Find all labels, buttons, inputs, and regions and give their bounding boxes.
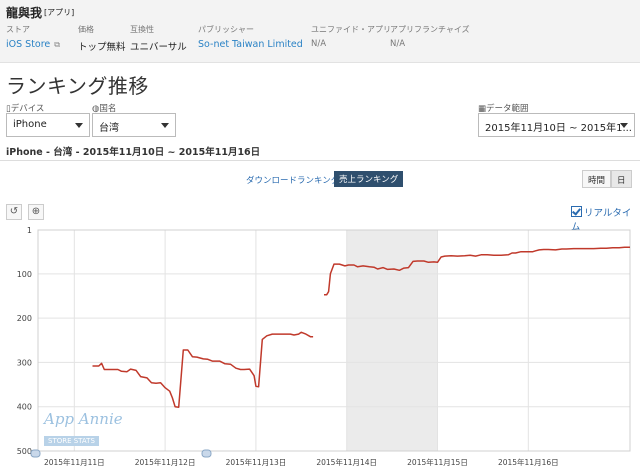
app-type-tag: [アプリ]: [44, 8, 75, 17]
publisher-link[interactable]: So-net Taiwan Limited: [198, 39, 303, 50]
y-axis: 1 100 200 300 400 500: [17, 226, 32, 456]
x-axis: 2015年11月11日 2015年11月12日 2015年11月13日 2015年11…: [44, 457, 559, 467]
date-range-select[interactable]: 2015年11月10日 ~ 2015年1...: [478, 113, 635, 137]
tab-downloads[interactable]: ダウンロードランキング: [246, 174, 339, 186]
magnifier-icon: ⊕: [31, 206, 41, 217]
franchise-value: N/A: [390, 39, 406, 49]
x-tick-label: 2015年11月11日: [44, 457, 105, 467]
y-tick-label: 100: [17, 270, 32, 279]
publisher-label: パブリッシャー: [198, 25, 254, 34]
chevron-down-icon: [161, 123, 169, 128]
compat-value: ユニバーサル: [130, 42, 187, 53]
divider: [0, 160, 640, 161]
x-tick-label: 2015年11月12日: [135, 457, 196, 467]
range-summary: iPhone - 台湾 - 2015年11月10日 ~ 2015年11月16日: [6, 147, 261, 158]
undo-icon: ↺: [9, 206, 19, 217]
x-tick-label: 2015年11月13日: [226, 457, 287, 467]
shaded-weekend: [346, 230, 438, 451]
external-link-icon: ⧉: [54, 40, 60, 49]
timeline-handle-left[interactable]: [30, 449, 41, 458]
y-tick-label: 400: [17, 403, 32, 412]
y-tick-label: 300: [17, 358, 32, 367]
app-title: 龍與我 [アプリ]: [6, 6, 75, 20]
timeline-handle-right[interactable]: [201, 449, 212, 458]
watermark-brand: App Annie: [44, 410, 123, 428]
plot-frame: [37, 229, 631, 452]
unified-app-value: N/A: [311, 39, 327, 49]
country-select[interactable]: 台湾: [92, 113, 176, 137]
y-tick-label: 200: [17, 314, 32, 323]
section-title: ランキング推移: [6, 74, 149, 98]
grid: [38, 229, 630, 452]
store-link[interactable]: iOS Store ⧉: [6, 39, 60, 50]
hour-button[interactable]: 時間: [582, 170, 612, 188]
price-value: トップ無料: [78, 42, 126, 53]
chevron-down-icon: [620, 123, 628, 128]
chevron-down-icon: [75, 123, 83, 128]
day-button[interactable]: 日: [611, 170, 632, 188]
watermark: App Annie STORE STATS: [44, 410, 123, 447]
store-label: ストア: [6, 25, 30, 34]
y-tick-label: 500: [17, 447, 32, 456]
x-tick-label: 2015年11月14日: [316, 457, 377, 467]
x-tick-label: 2015年11月15日: [407, 457, 468, 467]
zoom-button[interactable]: ⊕: [28, 204, 44, 220]
franchise-label: アプリフランチャイズ: [390, 25, 470, 34]
unified-app-label: ユニファイド・アプリ: [311, 25, 391, 34]
app-header: 龍與我 [アプリ] ストア iOS Store ⧉ 価格 トップ無料 互換性 ユニバ…: [0, 0, 640, 63]
device-select[interactable]: iPhone: [6, 113, 90, 137]
series-line-segment: [92, 331, 314, 408]
watermark-sub: STORE STATS: [44, 436, 99, 446]
checkbox-icon: [571, 206, 582, 217]
tab-sales[interactable]: 売上ランキング: [334, 171, 404, 187]
y-tick-label: 1: [27, 226, 32, 235]
x-tick-label: 2015年11月16日: [498, 457, 559, 467]
compat-label: 互換性: [130, 25, 154, 34]
reset-zoom-button[interactable]: ↺: [6, 204, 22, 220]
granularity-toggle: 時間 日: [582, 170, 632, 188]
price-label: 価格: [78, 25, 94, 34]
